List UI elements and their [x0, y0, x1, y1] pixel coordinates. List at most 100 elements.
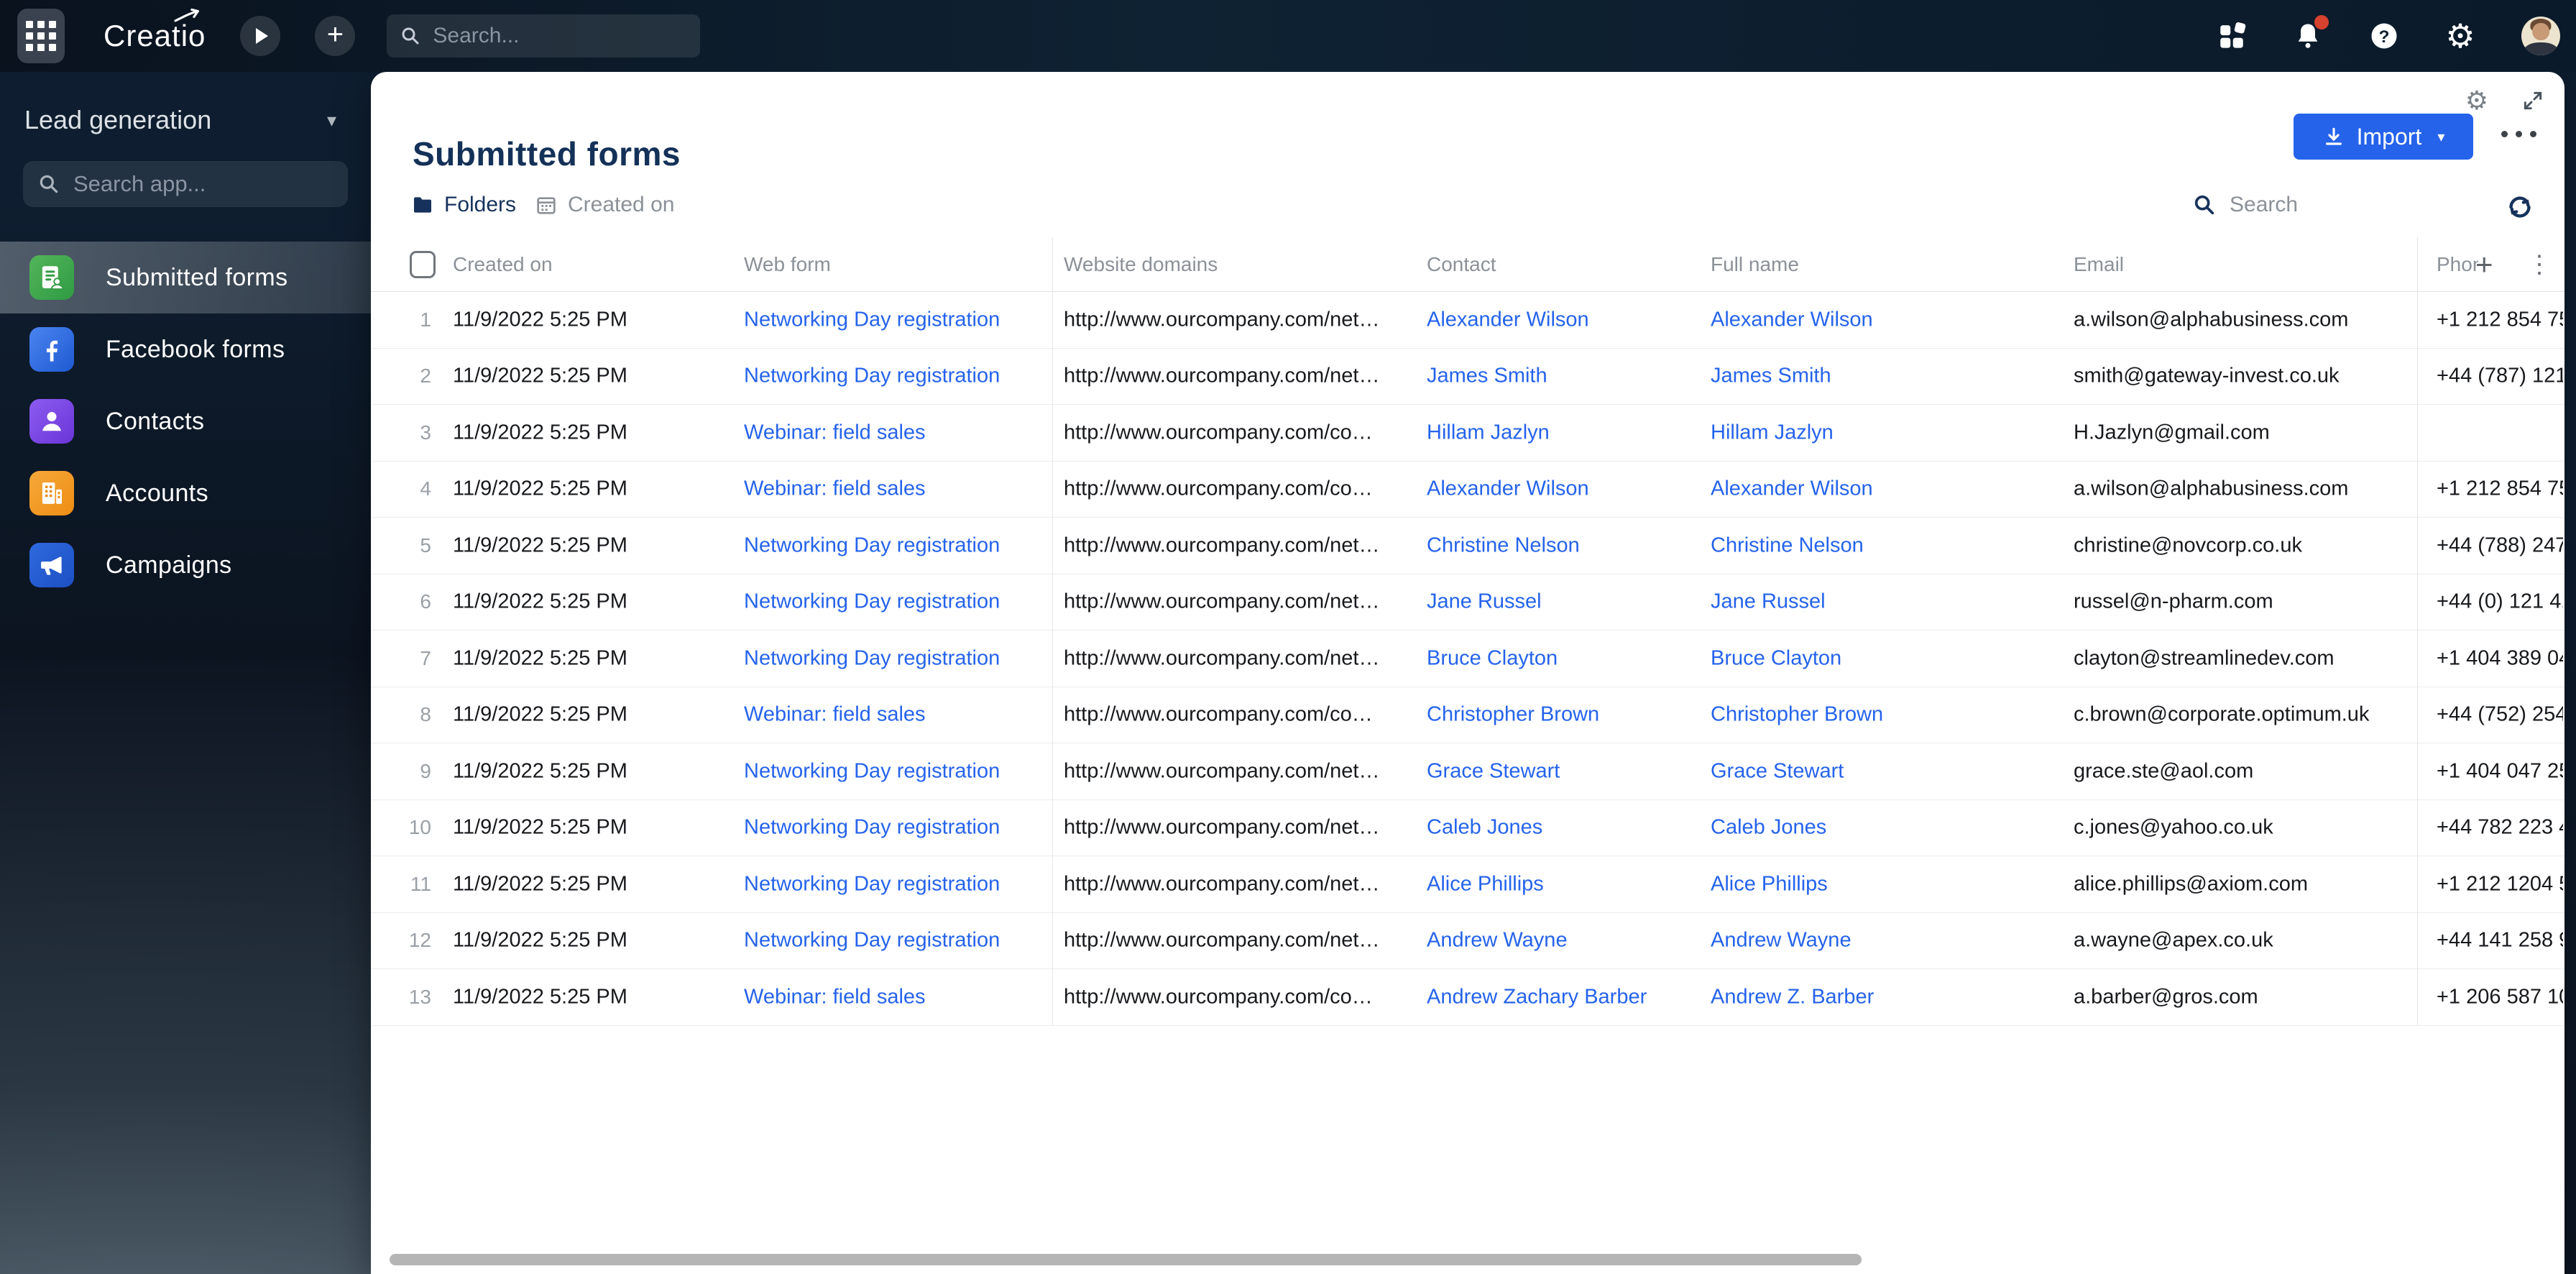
workspace-selector[interactable]: Lead generation ▾	[24, 105, 336, 135]
help-button[interactable]: ?	[2369, 21, 2399, 51]
cell-full-name-link[interactable]: Alice Phillips	[1711, 872, 1828, 896]
play-icon	[256, 28, 269, 44]
table-row[interactable]: 4 11/9/2022 5:25 PM Webinar: field sales…	[371, 462, 2564, 518]
cell-contact-link[interactable]: Alice Phillips	[1427, 872, 1544, 896]
table-row[interactable]: 1 11/9/2022 5:25 PM Networking Day regis…	[371, 292, 2564, 349]
global-search-input[interactable]	[431, 23, 688, 49]
created-on-filter[interactable]: Created on	[535, 193, 674, 217]
refresh-button[interactable]	[2506, 193, 2534, 221]
table-row[interactable]: 10 11/9/2022 5:25 PM Networking Day regi…	[371, 800, 2564, 856]
global-search[interactable]	[387, 14, 701, 58]
row-number: 7	[420, 646, 431, 669]
app-search-input[interactable]	[72, 170, 334, 198]
cell-web-form-link[interactable]: Webinar: field sales	[744, 985, 926, 1009]
cell-web-form-link[interactable]: Networking Day registration	[744, 533, 1000, 557]
table-row[interactable]: 11 11/9/2022 5:25 PM Networking Day regi…	[371, 856, 2564, 913]
add-column-icon[interactable]: +	[2475, 247, 2493, 282]
row-number: 12	[408, 929, 431, 952]
settings-button[interactable]: ⚙	[2445, 19, 2475, 52]
user-avatar[interactable]	[2521, 17, 2560, 55]
table-row[interactable]: 12 11/9/2022 5:25 PM Networking Day regi…	[371, 913, 2564, 969]
cell-email: smith@gateway-invest.co.uk	[2074, 364, 2340, 388]
notifications-button[interactable]	[2293, 15, 2329, 51]
table-row[interactable]: 2 11/9/2022 5:25 PM Networking Day regis…	[371, 349, 2564, 405]
app-search[interactable]	[23, 161, 348, 207]
cell-full-name-link[interactable]: Hillam Jazlyn	[1711, 421, 1834, 444]
cell-phone: +1 206 587 1036	[2437, 985, 2563, 1009]
column-header-email[interactable]: Email	[2074, 253, 2124, 276]
cell-contact-link[interactable]: Christopher Brown	[1427, 703, 1599, 727]
cell-contact-link[interactable]: James Smith	[1427, 365, 1547, 388]
horizontal-scrollbar-thumb[interactable]	[390, 1254, 1862, 1265]
cell-website-domains: http://www.ourcompany.com/net…	[1064, 590, 1380, 613]
cell-website-domains: http://www.ourcompany.com/net…	[1064, 646, 1380, 670]
select-all-checkbox[interactable]	[410, 250, 436, 278]
column-header-full-name[interactable]: Full name	[1711, 253, 1799, 276]
table-row[interactable]: 9 11/9/2022 5:25 PM Networking Day regis…	[371, 743, 2564, 800]
table-row[interactable]: 3 11/9/2022 5:25 PM Webinar: field sales…	[371, 405, 2564, 462]
cell-contact-link[interactable]: Hillam Jazlyn	[1427, 421, 1550, 444]
cell-full-name-link[interactable]: Grace Stewart	[1711, 759, 1844, 783]
table-row[interactable]: 5 11/9/2022 5:25 PM Networking Day regis…	[371, 518, 2564, 574]
page-settings-icon[interactable]: ⚙	[2465, 88, 2488, 114]
cell-website-domains: http://www.ourcompany.com/net…	[1064, 928, 1380, 952]
cell-full-name-link[interactable]: Jane Russel	[1711, 590, 1826, 614]
table-row[interactable]: 8 11/9/2022 5:25 PM Webinar: field sales…	[371, 687, 2564, 743]
cell-phone: +44 (0) 121 414	[2437, 590, 2563, 613]
table-row[interactable]: 13 11/9/2022 5:25 PM Webinar: field sale…	[371, 969, 2564, 1026]
cell-contact-link[interactable]: Andrew Zachary Barber	[1427, 985, 1647, 1009]
folders-button[interactable]: Folders	[411, 193, 516, 217]
cell-contact-link[interactable]: Grace Stewart	[1427, 759, 1560, 783]
cell-contact-link[interactable]: Bruce Clayton	[1427, 646, 1558, 670]
sidebar-item-accounts[interactable]: Accounts	[0, 457, 371, 529]
app-launcher-button[interactable]	[17, 9, 65, 63]
cell-web-form-link[interactable]: Networking Day registration	[744, 929, 1000, 953]
cell-full-name-link[interactable]: Alexander Wilson	[1711, 308, 1873, 331]
column-header-web-form[interactable]: Web form	[744, 253, 831, 276]
column-header-created-on[interactable]: Created on	[453, 253, 553, 276]
table-row[interactable]: 6 11/9/2022 5:25 PM Networking Day regis…	[371, 574, 2564, 631]
cell-full-name-link[interactable]: James Smith	[1711, 365, 1831, 388]
cell-web-form-link[interactable]: Networking Day registration	[744, 646, 1000, 670]
cell-full-name-link[interactable]: Christopher Brown	[1711, 703, 1883, 727]
column-menu-icon[interactable]: ⋮	[2527, 250, 2552, 279]
table-row[interactable]: 7 11/9/2022 5:25 PM Networking Day regis…	[371, 631, 2564, 687]
import-button[interactable]: Import ▾	[2294, 114, 2473, 160]
cell-contact-link[interactable]: Alexander Wilson	[1427, 477, 1589, 501]
cell-web-form-link[interactable]: Networking Day registration	[744, 759, 1000, 783]
cell-full-name-link[interactable]: Andrew Wayne	[1711, 929, 1852, 953]
expand-icon[interactable]	[2521, 89, 2544, 112]
cell-web-form-link[interactable]: Networking Day registration	[744, 308, 1000, 331]
list-search[interactable]: Search	[2192, 193, 2298, 217]
cell-contact-link[interactable]: Jane Russel	[1427, 590, 1542, 614]
cell-web-form-link[interactable]: Networking Day registration	[744, 872, 1000, 896]
cell-full-name-link[interactable]: Alexander Wilson	[1711, 477, 1873, 501]
sidebar-item-campaigns[interactable]: Campaigns	[0, 529, 371, 601]
cell-contact-link[interactable]: Christine Nelson	[1427, 533, 1580, 557]
cell-contact-link[interactable]: Andrew Wayne	[1427, 929, 1568, 953]
column-header-website-domains[interactable]: Website domains	[1064, 253, 1218, 276]
sidebar-item-contacts[interactable]: Contacts	[0, 385, 371, 457]
workspace-name: Lead generation	[24, 105, 212, 134]
cell-web-form-link[interactable]: Networking Day registration	[744, 816, 1000, 840]
column-header-contact[interactable]: Contact	[1427, 253, 1496, 276]
cell-contact-link[interactable]: Caleb Jones	[1427, 816, 1542, 840]
sidebar-item-submitted-forms[interactable]: Submitted forms	[0, 242, 371, 313]
column-header-phone[interactable]: Phone	[2437, 253, 2478, 276]
cell-web-form-link[interactable]: Webinar: field sales	[744, 477, 926, 501]
sidebar-item-facebook-forms[interactable]: Facebook forms	[0, 313, 371, 385]
cell-contact-link[interactable]: Alexander Wilson	[1427, 308, 1589, 331]
cell-web-form-link[interactable]: Networking Day registration	[744, 590, 1000, 614]
more-actions-button[interactable]	[2491, 131, 2546, 137]
play-button[interactable]	[240, 16, 281, 56]
cell-web-form-link[interactable]: Webinar: field sales	[744, 421, 926, 444]
apps-button[interactable]	[2217, 21, 2247, 51]
cell-full-name-link[interactable]: Bruce Clayton	[1711, 646, 1841, 670]
add-button[interactable]: +	[315, 16, 356, 56]
cell-full-name-link[interactable]: Caleb Jones	[1711, 816, 1826, 840]
cell-full-name-link[interactable]: Christine Nelson	[1711, 533, 1864, 557]
cell-full-name-link[interactable]: Andrew Z. Barber	[1711, 985, 1874, 1009]
column-divider	[1052, 237, 1053, 1026]
cell-web-form-link[interactable]: Networking Day registration	[744, 365, 1000, 388]
cell-web-form-link[interactable]: Webinar: field sales	[744, 703, 926, 727]
